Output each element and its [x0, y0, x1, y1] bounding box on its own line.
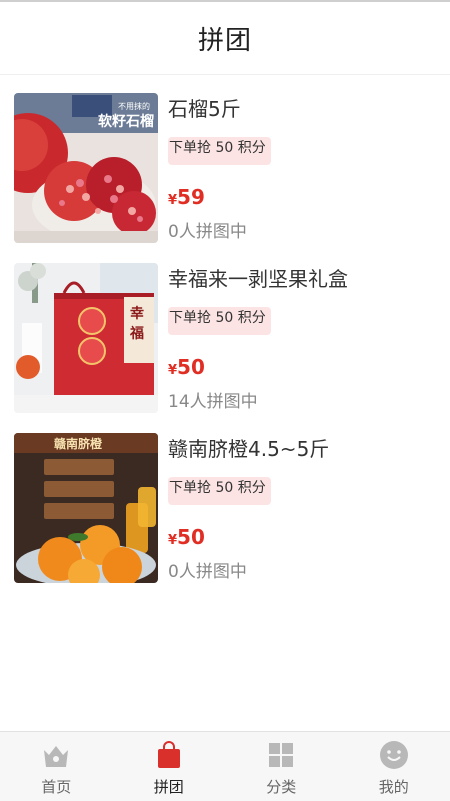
group-status: 0人拼图中	[168, 557, 247, 582]
page-title: 拼团	[198, 20, 252, 57]
price-value: 59	[177, 185, 205, 209]
product-item-pomegranate[interactable]: 不用抹的 软籽石榴 石榴5斤 下单抢 50 积分 ¥59 0人拼图中	[0, 75, 450, 235]
image-caption-top: 幸	[130, 303, 144, 323]
page-header: 拼团	[0, 2, 450, 75]
home-crown-icon	[41, 740, 71, 770]
profile-smile-icon	[379, 740, 409, 770]
group-status: 0人拼图中	[168, 217, 247, 242]
tab-label: 拼团	[113, 776, 226, 797]
price-value: 50	[177, 355, 205, 379]
tab-home[interactable]: 首页	[0, 732, 113, 801]
image-caption-main: 软籽石榴	[98, 111, 154, 131]
tab-mine[interactable]: 我的	[338, 732, 450, 801]
product-price: ¥59	[168, 185, 205, 209]
tab-label: 我的	[338, 776, 450, 797]
bottom-tab-bar: 首页 拼团 分类 我的	[0, 731, 450, 801]
tab-label: 首页	[0, 776, 113, 797]
currency-symbol: ¥	[168, 533, 177, 548]
currency-symbol: ¥	[168, 363, 177, 378]
group-status: 14人拼图中	[168, 387, 258, 412]
product-image-pomegranate[interactable]: 不用抹的 软籽石榴	[14, 93, 158, 243]
points-badge: 下单抢 50 积分	[168, 137, 271, 165]
product-item-nut-gift-box[interactable]: 幸 福 幸福来一剥坚果礼盒 下单抢 50 积分 ¥50 14人拼图中	[0, 245, 450, 405]
product-price: ¥50	[168, 355, 205, 379]
tab-category[interactable]: 分类	[225, 732, 338, 801]
points-badge: 下单抢 50 积分	[168, 307, 271, 335]
product-name[interactable]: 幸福来一剥坚果礼盒	[168, 263, 348, 292]
category-grid-icon	[266, 740, 296, 770]
shopping-bag-icon	[154, 740, 184, 770]
product-item-navel-orange[interactable]: 赣南脐橙 赣南脐橙4.5~5斤 下单抢 50 积分 ¥50 0人拼图中	[0, 415, 450, 575]
price-value: 50	[177, 525, 205, 549]
tab-label: 分类	[225, 776, 338, 797]
product-name[interactable]: 赣南脐橙4.5~5斤	[168, 433, 329, 462]
product-image-navel-orange[interactable]: 赣南脐橙	[14, 433, 158, 583]
product-name[interactable]: 石榴5斤	[168, 93, 241, 122]
product-image-gift-box[interactable]: 幸 福	[14, 263, 158, 413]
tab-group-buy[interactable]: 拼团	[113, 732, 226, 801]
image-caption-main: 福	[130, 323, 144, 343]
product-price: ¥50	[168, 525, 205, 549]
image-caption-main: 赣南脐橙	[54, 435, 102, 452]
currency-symbol: ¥	[168, 193, 177, 208]
points-badge: 下单抢 50 积分	[168, 477, 271, 505]
